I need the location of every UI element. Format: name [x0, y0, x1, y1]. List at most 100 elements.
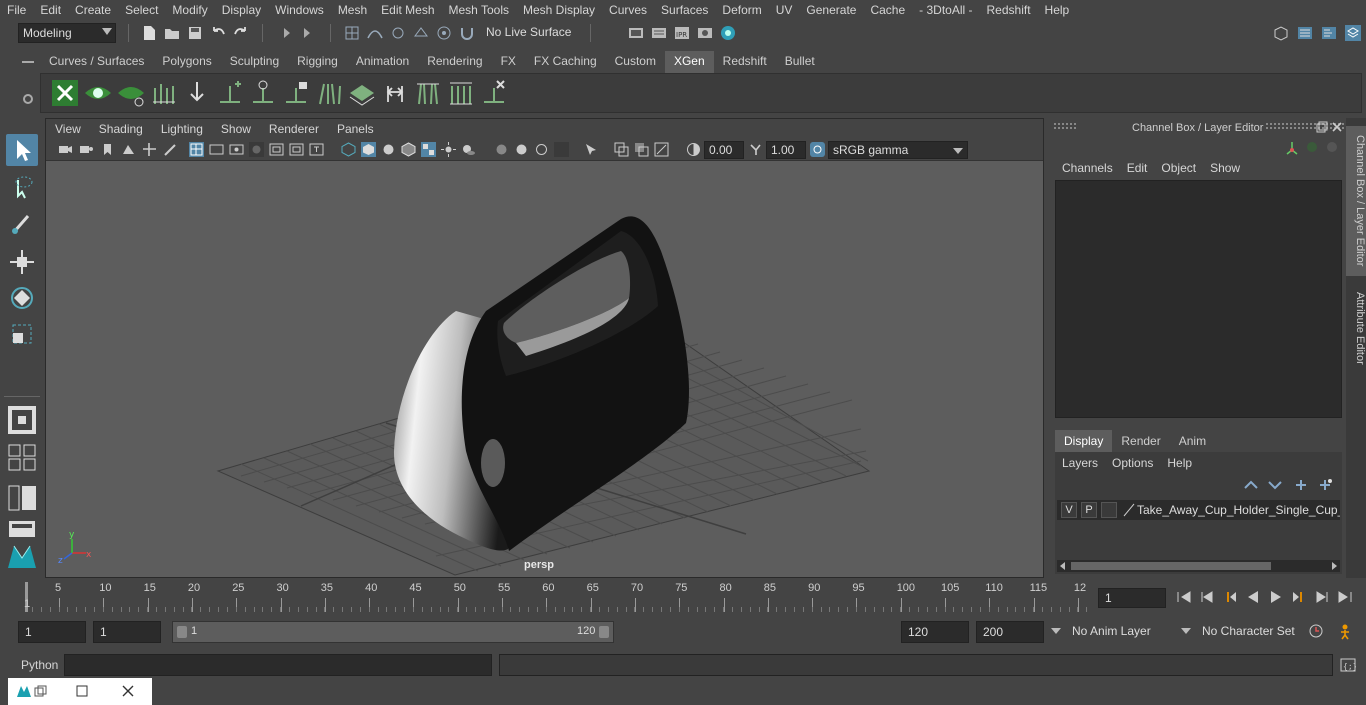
- channel-box-menu-show[interactable]: Show: [1203, 158, 1247, 180]
- layer-display-type-toggle[interactable]: [1101, 502, 1117, 518]
- xgen-clear-preview-icon[interactable]: [116, 78, 146, 108]
- shelf-tab-fx[interactable]: FX: [491, 51, 525, 73]
- layer-color-icon[interactable]: [1121, 502, 1137, 518]
- new-layer-icon[interactable]: [1293, 478, 1309, 492]
- play-backwards-icon[interactable]: [1245, 589, 1261, 605]
- script-editor-icon[interactable]: {;}: [1340, 657, 1356, 673]
- menu-mesh[interactable]: Mesh: [331, 3, 374, 17]
- persp-outliner-layout-icon[interactable]: [6, 482, 38, 514]
- hypershade-icon[interactable]: [719, 24, 737, 42]
- move-layer-up-icon[interactable]: [1243, 478, 1259, 492]
- green-dot-icon[interactable]: [1305, 140, 1319, 154]
- xray-icon[interactable]: [614, 142, 629, 157]
- outliner-layout-icon[interactable]: [6, 518, 38, 540]
- shelf-tab-animation[interactable]: Animation: [346, 51, 419, 73]
- xgen-mirror-guides-icon[interactable]: [380, 78, 410, 108]
- color-management-icon[interactable]: [810, 142, 825, 157]
- start-time-field[interactable]: 1: [18, 621, 86, 643]
- layer-scrollbar-thumb[interactable]: [1071, 562, 1271, 570]
- shelf-tab-fx-caching[interactable]: FX Caching: [524, 51, 606, 73]
- side-tab-channel-box[interactable]: Channel Box / Layer Editor: [1346, 126, 1366, 276]
- go-to-start-icon[interactable]: [1176, 589, 1192, 605]
- time-slider[interactable]: 1 5 10 15 20 25 30 35 40 45 50 55 60 65 70 75 80 85 90 95 1…: [18, 582, 1092, 612]
- menu-3dtoall[interactable]: - 3DtoAll -: [912, 3, 979, 17]
- viewport-menu-lighting[interactable]: Lighting: [152, 122, 212, 136]
- step-forward-key-icon[interactable]: [1314, 589, 1330, 605]
- menu-mesh-tools[interactable]: Mesh Tools: [442, 3, 516, 17]
- xgen-editor-icon[interactable]: [50, 78, 80, 108]
- chevron-down-icon[interactable]: [1050, 626, 1062, 636]
- xgen-preview-eye-icon[interactable]: [83, 78, 113, 108]
- menu-mesh-display[interactable]: Mesh Display: [516, 3, 602, 17]
- snap-grid-icon[interactable]: [343, 24, 361, 42]
- viewport-menu-shading[interactable]: Shading: [90, 122, 152, 136]
- menu-curves[interactable]: Curves: [602, 3, 654, 17]
- shelf-menu-icon[interactable]: [20, 58, 36, 66]
- shelf-tab-sculpting[interactable]: Sculpting: [220, 51, 289, 73]
- menu-redshift[interactable]: Redshift: [980, 3, 1038, 17]
- step-forward-frame-icon[interactable]: [1291, 589, 1307, 605]
- viewport-menu-renderer[interactable]: Renderer: [260, 122, 328, 136]
- playback-end-field[interactable]: 120: [901, 621, 969, 643]
- camera-attributes-icon[interactable]: [79, 142, 94, 157]
- new-scene-icon[interactable]: [140, 24, 158, 42]
- character-set-dropdown[interactable]: No Character Set: [1196, 621, 1300, 643]
- channel-box-menu-object[interactable]: Object: [1154, 158, 1203, 180]
- snap-view-plane-icon[interactable]: [412, 24, 430, 42]
- ambient-occlusion-icon[interactable]: [494, 142, 509, 157]
- layer-menu-help[interactable]: Help: [1160, 452, 1199, 474]
- move-layer-down-icon[interactable]: [1267, 478, 1283, 492]
- side-tab-attribute-editor[interactable]: Attribute Editor: [1346, 286, 1366, 370]
- play-forwards-icon[interactable]: [1268, 589, 1284, 605]
- select-camera-icon[interactable]: [58, 142, 73, 157]
- layer-menu-options[interactable]: Options: [1105, 452, 1160, 474]
- minimized-window[interactable]: [8, 678, 152, 705]
- layer-visibility-toggle[interactable]: V: [1061, 502, 1077, 518]
- menu-surfaces[interactable]: Surfaces: [654, 3, 715, 17]
- selection-mask-arrow-icon[interactable]: [298, 24, 316, 42]
- grid-toggle-icon[interactable]: [189, 142, 204, 157]
- range-end-handle[interactable]: [599, 626, 609, 638]
- attribute-editor-icon[interactable]: [1296, 24, 1314, 42]
- xgen-curves-to-guides-icon[interactable]: [446, 78, 476, 108]
- scroll-right-icon[interactable]: [1330, 562, 1338, 570]
- menu-create[interactable]: Create: [68, 3, 118, 17]
- layer-name[interactable]: Take_Away_Cup_Holder_Single_Cup_Bla: [1137, 503, 1340, 517]
- menu-generate[interactable]: Generate: [799, 3, 863, 17]
- modeling-toolkit-icon[interactable]: [1272, 24, 1290, 42]
- undo-icon[interactable]: [209, 24, 227, 42]
- command-input[interactable]: [64, 654, 492, 676]
- shelf-settings-gear-icon[interactable]: [21, 92, 35, 106]
- current-frame-field[interactable]: 1: [1098, 588, 1166, 608]
- new-layer-selected-icon[interactable]: [1317, 478, 1333, 492]
- xray-active-components-icon[interactable]: [634, 142, 649, 157]
- menu-cache[interactable]: Cache: [863, 3, 912, 17]
- close-icon[interactable]: [122, 685, 134, 697]
- viewport-menu-view[interactable]: View: [46, 122, 90, 136]
- safe-title-icon[interactable]: [309, 142, 324, 157]
- single-perspective-layout-icon[interactable]: [6, 404, 38, 436]
- step-back-frame-icon[interactable]: [1222, 589, 1238, 605]
- live-surface-field[interactable]: No Live Surface: [482, 23, 580, 43]
- end-time-field[interactable]: 200: [976, 621, 1044, 643]
- lasso-tool-icon[interactable]: [6, 172, 38, 204]
- scale-tool-icon[interactable]: [6, 318, 38, 350]
- xgen-create-description-icon[interactable]: [149, 78, 179, 108]
- drag-handle-icon[interactable]: [1054, 123, 1076, 129]
- snap-point-icon[interactable]: [389, 24, 407, 42]
- depth-of-field-icon[interactable]: [554, 142, 569, 157]
- channel-box-menu-channels[interactable]: Channels: [1055, 158, 1120, 180]
- multisample-aa-icon[interactable]: [534, 142, 549, 157]
- menu-modify[interactable]: Modify: [165, 3, 214, 17]
- step-back-key-icon[interactable]: [1199, 589, 1215, 605]
- axis-toggle-icon[interactable]: [1284, 140, 1300, 156]
- shelf-tab-bullet[interactable]: Bullet: [775, 51, 824, 73]
- playback-start-field[interactable]: 1: [93, 621, 161, 643]
- image-plane-icon[interactable]: [121, 142, 136, 157]
- four-view-layout-icon[interactable]: [6, 442, 38, 472]
- menu-display[interactable]: Display: [215, 3, 268, 17]
- snap-curve-icon[interactable]: [366, 24, 384, 42]
- smooth-shade-icon[interactable]: [361, 142, 376, 157]
- animation-preferences-icon[interactable]: [1336, 622, 1354, 640]
- layer-tab-anim[interactable]: Anim: [1169, 430, 1216, 452]
